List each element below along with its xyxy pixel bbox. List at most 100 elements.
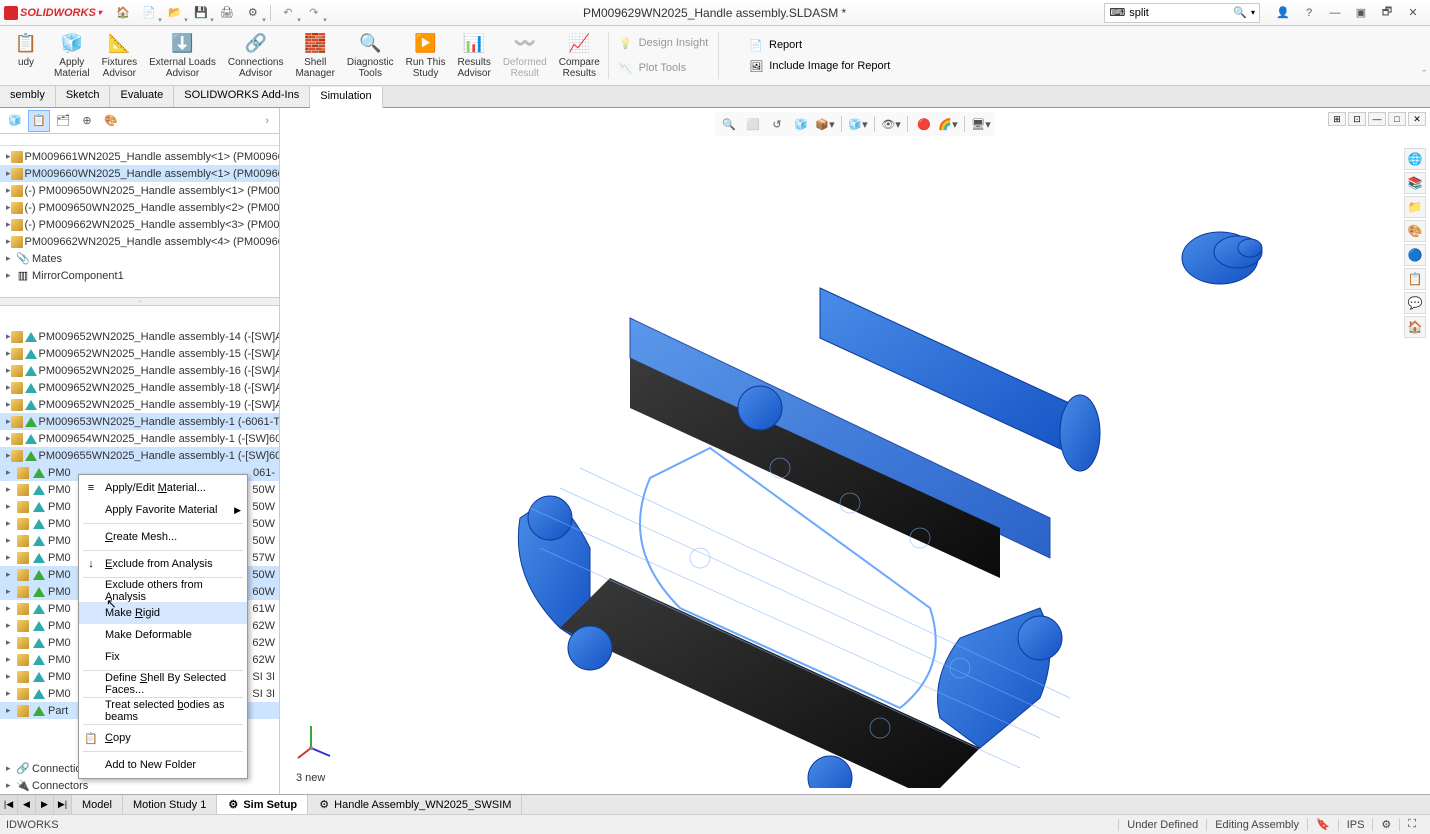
menu-item-copy[interactable]: 📋Copy: [79, 727, 247, 749]
tree-item[interactable]: ▸(-) PM009650WN2025_Handle assembly<2> (…: [0, 199, 279, 216]
tab-simulation[interactable]: Simulation: [310, 87, 382, 108]
edit-appearance-icon[interactable]: 🔴: [914, 114, 934, 134]
tab-sketch[interactable]: Sketch: [56, 86, 111, 107]
tree-item[interactable]: ▸(-) PM009662WN2025_Handle assembly<3> (…: [0, 216, 279, 233]
sim-tree-item[interactable]: ▸PM009652WN2025_Handle assembly-15 (-[SW…: [0, 345, 279, 362]
expander-icon[interactable]: ▸: [6, 552, 16, 563]
expander-icon[interactable]: ▸: [6, 253, 16, 264]
expander-icon[interactable]: ▸: [6, 518, 16, 529]
status-maximize-icon[interactable]: ⛶: [1399, 818, 1424, 831]
tree-item[interactable]: ▸PM009660WN2025_Handle assembly<1> (PM00…: [0, 165, 279, 182]
ribbon-external-loads-advisor[interactable]: ⬇️External Loads Advisor: [143, 28, 222, 83]
search-box[interactable]: ⌨ 🔍 ▾: [1104, 3, 1260, 23]
tab-nav-first-icon[interactable]: |◀: [0, 795, 18, 814]
tab-nav-prev-icon[interactable]: ◀: [18, 795, 36, 814]
menu-item-apply-edit-material[interactable]: ≡Apply/Edit Material...: [79, 477, 247, 499]
expander-icon[interactable]: ▸: [6, 467, 16, 478]
help-icon[interactable]: ?: [1296, 2, 1322, 24]
viewport-minimize-icon[interactable]: —: [1368, 112, 1386, 126]
home-pane-icon[interactable]: 🏠: [1404, 316, 1426, 338]
expander-icon[interactable]: ▸: [6, 484, 16, 495]
search-icon[interactable]: 🔍: [1233, 6, 1247, 19]
tab-solidworks-add-ins[interactable]: SOLIDWORKS Add-Ins: [174, 86, 310, 107]
options-icon[interactable]: ⚙▾: [242, 2, 264, 24]
expander-icon[interactable]: ▸: [6, 705, 16, 716]
tree-item[interactable]: ▸▥MirrorComponent1: [0, 267, 279, 284]
appearances-icon[interactable]: 🔵: [1404, 244, 1426, 266]
hide-show-icon[interactable]: 👁▾: [881, 114, 901, 134]
ribbon-fixtures-advisor[interactable]: 📐Fixtures Advisor: [96, 28, 144, 83]
viewport-link-icon[interactable]: ⊞: [1328, 112, 1346, 126]
report-button[interactable]: 📄 Report: [741, 35, 898, 56]
status-gear-icon[interactable]: ⚙: [1372, 818, 1399, 831]
menu-item-apply-favorite-material[interactable]: Apply Favorite Material▶: [79, 499, 247, 521]
zoom-area-icon[interactable]: ⬜: [743, 114, 763, 134]
print-icon[interactable]: 🖨: [216, 2, 238, 24]
bottom-tab-motion-study-1[interactable]: Motion Study 1: [123, 795, 217, 814]
ribbon-diagnostic-tools[interactable]: 🔍Diagnostic Tools: [341, 28, 400, 83]
menu-item-fix[interactable]: Fix: [79, 646, 247, 668]
ribbon-compare-results[interactable]: 📈Compare Results: [553, 28, 606, 83]
custom-properties-icon[interactable]: 📋: [1404, 268, 1426, 290]
sim-tree-item[interactable]: ▸PM009652WN2025_Handle assembly-19 (-[SW…: [0, 396, 279, 413]
bottom-tab-handle-assembly-wn2025-swsim[interactable]: ⚙Handle Assembly_WN2025_SWSIM: [308, 795, 522, 814]
redo-icon[interactable]: ↷▾: [303, 2, 325, 24]
viewport-maximize-icon[interactable]: □: [1388, 112, 1406, 126]
zoom-to-fit-icon[interactable]: 🔍: [719, 114, 739, 134]
menu-item-make-deformable[interactable]: Make Deformable: [79, 624, 247, 646]
expander-icon[interactable]: ▸: [6, 569, 16, 580]
sim-tree-item[interactable]: ▸PM009652WN2025_Handle assembly-16 (-[SW…: [0, 362, 279, 379]
tree-item[interactable]: ▸PM009662WN2025_Handle assembly<4> (PM00…: [0, 233, 279, 250]
viewport-single-icon[interactable]: ⊡: [1348, 112, 1366, 126]
menu-item-exclude-from-analysis[interactable]: ↓Exclude from Analysis: [79, 553, 247, 575]
sim-tree-item[interactable]: ▸PM009652WN2025_Handle assembly-18 (-[SW…: [0, 379, 279, 396]
graphics-viewport[interactable]: 🔍 ⬜ ↺ 🧊 📦▾ 🧊▾ 👁▾ 🔴 🌈▾ 🖥▾ ⊞ ⊡ — □ ✕ 🌐 📚 �: [280, 108, 1430, 794]
panel-tab-property-icon[interactable]: 📋: [28, 110, 50, 132]
panel-tab-appearance-icon[interactable]: 🎨: [100, 110, 122, 132]
panel-splitter[interactable]: [0, 298, 279, 306]
expander-icon[interactable]: ▸: [6, 688, 16, 699]
tab-nav-next-icon[interactable]: ▶: [36, 795, 54, 814]
open-file-icon[interactable]: 📂▾: [164, 2, 186, 24]
previous-view-icon[interactable]: ↺: [767, 114, 787, 134]
tab-nav-last-icon[interactable]: ▶|: [54, 795, 72, 814]
menu-item-create-mesh[interactable]: Create Mesh...: [79, 526, 247, 548]
chevron-down-icon[interactable]: ▾: [98, 8, 102, 17]
ribbon-connections-advisor[interactable]: 🔗Connections Advisor: [222, 28, 290, 83]
sim-tree-item[interactable]: ▸PM009654WN2025_Handle assembly-1 (-[SW]…: [0, 430, 279, 447]
restore-button[interactable]: ▣: [1348, 2, 1374, 24]
sim-tree-item[interactable]: ▸PM009653WN2025_Handle assembly-1 (-6061…: [0, 413, 279, 430]
new-file-icon[interactable]: 📄▾: [138, 2, 160, 24]
assembly-tree[interactable]: ▸PM009661WN2025_Handle assembly<1> (PM00…: [0, 146, 279, 298]
forum-icon[interactable]: 💬: [1404, 292, 1426, 314]
minimize-button[interactable]: —: [1322, 2, 1348, 24]
design-library-icon[interactable]: 📚: [1404, 172, 1426, 194]
expander-icon[interactable]: ▸: [6, 654, 16, 665]
tree-item[interactable]: ▸(-) PM009650WN2025_Handle assembly<1> (…: [0, 182, 279, 199]
menu-item-make-rigid[interactable]: Make Rigid: [79, 602, 247, 624]
ribbon-apply-material[interactable]: 🧊Apply Material: [48, 28, 96, 83]
panel-tab-feature-tree-icon[interactable]: 🧊: [4, 110, 26, 132]
close-button[interactable]: ✕: [1400, 2, 1426, 24]
menu-item-treat-selected-bodies-as-beams[interactable]: Treat selected bodies as beams: [79, 700, 247, 722]
user-icon[interactable]: 👤: [1270, 2, 1296, 24]
panel-tab-config-icon[interactable]: 🗂: [52, 110, 74, 132]
expander-icon[interactable]: ▸: [6, 637, 16, 648]
sim-tree-item[interactable]: ▸PM009652WN2025_Handle assembly-14 (-[SW…: [0, 328, 279, 345]
chevron-down-icon[interactable]: ▾: [1251, 8, 1255, 17]
status-flag-icon[interactable]: 🔖: [1307, 818, 1338, 831]
panel-expand-icon[interactable]: ›: [259, 115, 275, 127]
expander-icon[interactable]: ▸: [6, 535, 16, 546]
expander-icon[interactable]: ▸: [6, 620, 16, 631]
home-icon[interactable]: 🏠: [112, 2, 134, 24]
ribbon-run-this-study[interactable]: ▶️Run This Study: [400, 28, 452, 83]
apply-scene-icon[interactable]: 🌈▾: [938, 114, 958, 134]
expander-icon[interactable]: ▸: [6, 671, 16, 682]
viewport-close-icon[interactable]: ✕: [1408, 112, 1426, 126]
tab-evaluate[interactable]: Evaluate: [110, 86, 174, 107]
menu-item-exclude-others-from-analysis[interactable]: Exclude others from Analysis: [79, 580, 247, 602]
expander-icon[interactable]: ▸: [6, 586, 16, 597]
menu-item-add-to-new-folder[interactable]: Add to New Folder: [79, 754, 247, 776]
maximize-button[interactable]: 🗗: [1374, 2, 1400, 24]
save-icon[interactable]: 💾▾: [190, 2, 212, 24]
